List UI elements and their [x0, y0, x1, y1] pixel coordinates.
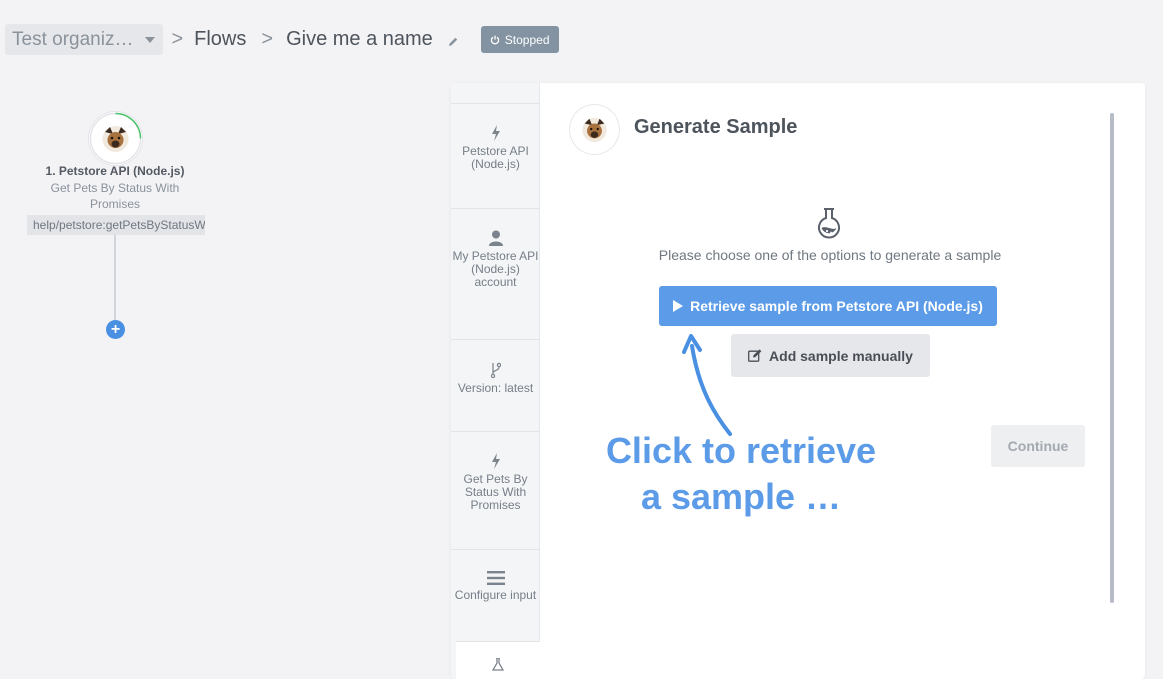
pencil-icon[interactable]	[447, 36, 459, 48]
flask-icon	[818, 208, 840, 239]
play-icon	[673, 300, 684, 312]
status-badge-label: Stopped	[504, 32, 550, 47]
org-selector[interactable]: Test organiz…	[5, 24, 164, 55]
bolt-icon	[491, 125, 500, 141]
dog-logo-icon	[582, 117, 607, 143]
sample-hint-text: Please choose one of the options to gene…	[658, 247, 1002, 263]
power-icon	[490, 35, 500, 44]
retrieve-sample-button[interactable]: Retrieve sample from Petstore API (Node.…	[659, 286, 997, 326]
step-tab-account[interactable]: My Petstore API (Node.js) account	[451, 208, 540, 339]
branch-icon	[490, 362, 501, 378]
flow-node-title[interactable]: 1. Petstore API (Node.js)	[30, 164, 200, 178]
scrollbar[interactable]	[1110, 113, 1114, 603]
step-tab-label: My Petstore API (Node.js) account	[452, 249, 539, 289]
step-tab-label: Configure input	[454, 588, 537, 602]
step-tab-label: Get Pets By Status With Promises	[463, 472, 528, 512]
breadcrumb: Test organiz… > Flows > Give me a name S…	[5, 24, 559, 55]
step-tab-configure-input[interactable]: Configure input	[451, 549, 540, 641]
add-sample-manually-button[interactable]: Add sample manually	[731, 334, 930, 377]
org-selector-label: Test organiz…	[12, 28, 134, 50]
step-tab-sample[interactable]	[456, 641, 540, 679]
add-sample-manually-label: Add sample manually	[769, 347, 913, 364]
flow-node-path: help/petstore:getPetsByStatusW	[27, 215, 205, 235]
bolt-icon	[491, 453, 500, 469]
step-tab-component[interactable]: Petstore API (Node.js)	[451, 103, 540, 208]
step-tab-version[interactable]: Version: latest	[451, 339, 540, 431]
tutorial-callout: Click to retrieve a sample …	[605, 430, 877, 517]
step-tab-label: Version: latest	[457, 381, 534, 395]
edit-icon	[748, 349, 762, 362]
breadcrumb-flows-link[interactable]: Flows	[194, 28, 246, 51]
add-step-button[interactable]: +	[106, 320, 125, 339]
flow-connector-line	[114, 235, 116, 320]
flow-node-subtitle: Get Pets By Status With Promises	[50, 181, 180, 211]
breadcrumb-separator: >	[261, 28, 274, 50]
page-title: Generate Sample	[634, 116, 798, 138]
flow-node-avatar[interactable]	[89, 112, 142, 165]
flask-icon	[491, 658, 504, 671]
component-avatar	[570, 105, 619, 154]
user-icon	[488, 230, 503, 246]
chevron-down-icon	[145, 36, 156, 43]
flow-name[interactable]: Give me a name	[286, 28, 433, 51]
step-tab-label: Petstore API (Node.js)	[462, 144, 529, 171]
status-badge[interactable]: Stopped	[480, 26, 559, 53]
step-config-panel: Petstore API (Node.js) My Petstore API (…	[451, 83, 1145, 679]
step-tab-function[interactable]: Get Pets By Status With Promises	[451, 431, 540, 549]
menu-icon	[486, 571, 505, 585]
breadcrumb-separator: >	[171, 28, 184, 50]
annotation-arrow	[682, 334, 732, 436]
continue-button[interactable]: Continue	[991, 425, 1085, 467]
generate-sample-content: Generate Sample Please choose one of the…	[540, 83, 1145, 679]
retrieve-sample-label: Retrieve sample from Petstore API (Node.…	[690, 298, 983, 314]
dog-logo-icon	[102, 126, 129, 152]
step-sidebar: Petstore API (Node.js) My Petstore API (…	[451, 83, 540, 679]
